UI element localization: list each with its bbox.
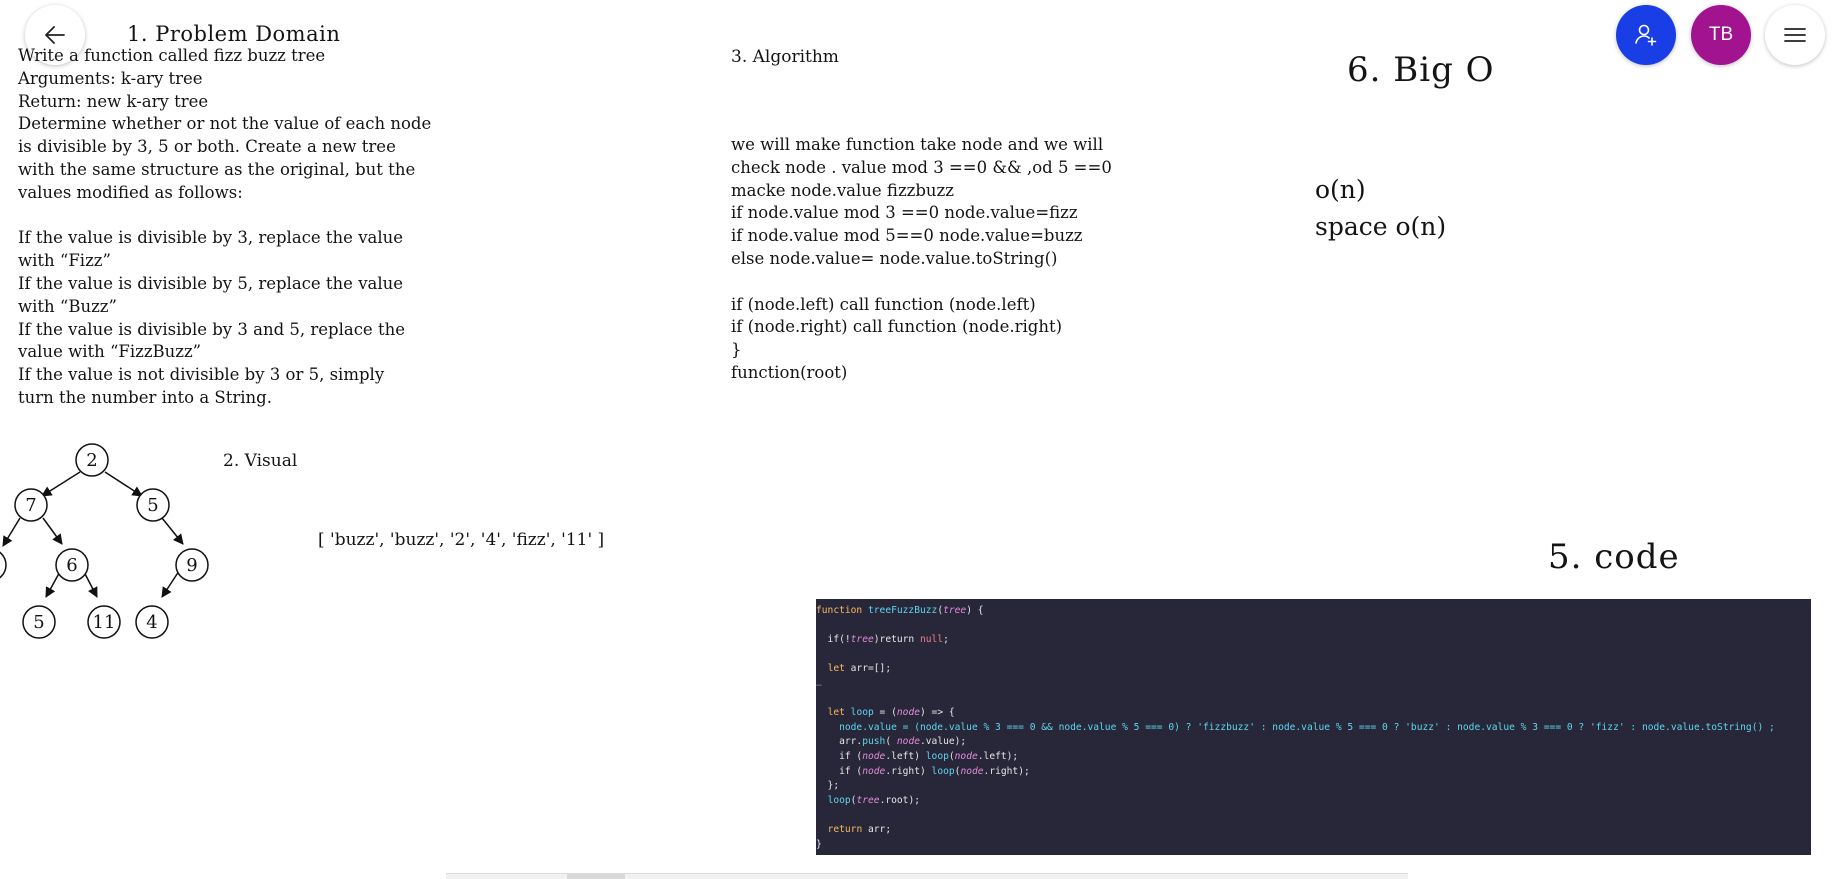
- problem-line: is divisible by 3, 5 or both. Create a n…: [18, 137, 396, 157]
- algorithm-description: we will make function take node and we w…: [731, 134, 1151, 385]
- algorithm-line: if (node.left) call function (node.left): [731, 294, 1036, 314]
- heading-algorithm: 3. Algorithm: [731, 47, 839, 67]
- algorithm-line: check node . value mod 3 ==0 && ,od 5 ==…: [731, 157, 1112, 177]
- problem-line: value with “FizzBuzz”: [18, 342, 202, 362]
- tree-node-label: 11: [93, 612, 116, 633]
- code-line: let arr=[];: [827, 663, 892, 675]
- algorithm-line: [731, 271, 1151, 294]
- tree-node-label: 5: [33, 612, 44, 633]
- problem-line: If the value is divisible by 3 and 5, re…: [18, 319, 405, 339]
- problem-line: If the value is divisible by 5, replace …: [18, 273, 404, 293]
- algorithm-line: function(root): [731, 362, 848, 382]
- problem-line: Determine whether or not the value of ea…: [18, 114, 432, 134]
- tree-edge: [104, 471, 143, 497]
- code-line: if(!tree)return null;: [816, 634, 949, 646]
- problem-line: with the same structure as the original,…: [18, 159, 416, 179]
- tree-edge: [161, 517, 184, 545]
- code-line: function treeFuzzBuzz(tree) {: [816, 605, 984, 616]
- tree-node-circle: [0, 551, 7, 579]
- algorithm-line: else node.value= node.value.toString(): [731, 248, 1058, 268]
- algorithm-line: if (node.right) call function (node.righ…: [731, 317, 1063, 337]
- hamburger-menu-icon: [1784, 28, 1806, 42]
- code-line: …: [816, 677, 822, 689]
- menu-button[interactable]: [1765, 5, 1825, 65]
- share-button[interactable]: [1616, 5, 1676, 65]
- big-o-space: space o(n): [1315, 212, 1447, 241]
- algorithm-line: if node.value mod 3 ==0 node.value=fizz: [731, 203, 1078, 223]
- problem-line: with “Buzz”: [18, 296, 117, 316]
- big-o-time: o(n): [1315, 175, 1366, 204]
- code-line: arr.push( node.value);: [816, 736, 967, 748]
- problem-line: values modified as follows:: [18, 182, 243, 202]
- user-avatar[interactable]: TB: [1691, 5, 1751, 65]
- code-line: if (node.left) loop(node.left);: [816, 750, 1019, 762]
- code-line: let loop = (node) => {: [827, 707, 955, 719]
- tree-diagram: 2 7 5 6 9 5 11 4: [0, 443, 209, 639]
- tree-node-label: 4: [146, 612, 157, 633]
- arrow-left-icon: [45, 26, 65, 44]
- avatar-initials: TB: [1708, 24, 1734, 45]
- algorithm-line: we will make function take node and we w…: [731, 135, 1104, 154]
- problem-line: Return: new k-ary tree: [18, 91, 209, 111]
- heading-big-o: 6. Big O: [1347, 50, 1495, 90]
- code-line-ternary: node.value = (node.value % 3 === 0 && no…: [816, 721, 1775, 733]
- code-line: loop(tree.root);: [827, 794, 920, 806]
- tree-edge: [42, 517, 63, 545]
- problem-description: Write a function called fizz buzz tree A…: [18, 45, 448, 410]
- code-line: return arr;: [827, 823, 892, 835]
- heading-code: 5. code: [1548, 537, 1680, 577]
- big-o-notes: o(n) space o(n): [1315, 171, 1446, 245]
- problem-line: Write a function called fizz buzz tree: [18, 46, 326, 65]
- problem-line: with “Fizz”: [18, 251, 111, 271]
- tree-node-label: 5: [147, 495, 158, 516]
- tree-node-label: 9: [186, 555, 197, 576]
- algorithm-line: if node.value mod 5==0 node.value=buzz: [731, 226, 1083, 246]
- algorithm-line: macke node.value fizzbuzz: [731, 180, 954, 200]
- heading-visual: 2. Visual: [223, 451, 298, 471]
- code-screenshot: function treeFuzzBuzz(tree) { if(!tree)r…: [816, 599, 1811, 855]
- code-line: if (node.right) loop(node.right);: [816, 765, 1030, 777]
- algorithm-line: }: [731, 340, 742, 360]
- problem-line: turn the number into a String.: [18, 387, 272, 407]
- problem-line: [18, 205, 448, 228]
- tree-node-label: 6: [66, 555, 77, 576]
- add-person-icon: [1635, 24, 1657, 46]
- tree-edge: [41, 471, 81, 497]
- code-line: };: [816, 780, 840, 792]
- code-line: }: [816, 838, 822, 850]
- result-array: [ 'buzz', 'buzz', '2', '4', 'fizz', '11'…: [318, 530, 605, 550]
- problem-line: If the value is not divisible by 3 or 5,…: [18, 365, 385, 385]
- tree-node-label: 2: [86, 450, 97, 471]
- tree-edge: [2, 517, 21, 547]
- heading-problem-domain: 1. Problem Domain: [127, 22, 341, 46]
- problem-line: If the value is divisible by 3, replace …: [18, 228, 404, 248]
- tree-node-label: 7: [25, 495, 36, 516]
- problem-line: Arguments: k-ary tree: [18, 68, 203, 88]
- scrollbar-thumb[interactable]: [567, 873, 625, 879]
